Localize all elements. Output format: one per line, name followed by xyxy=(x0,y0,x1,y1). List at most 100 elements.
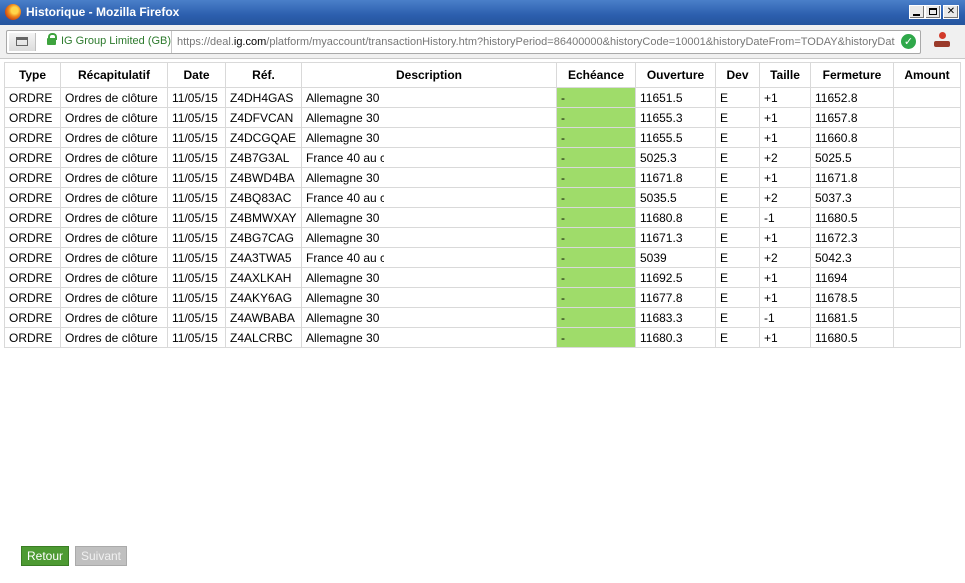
addon-icon[interactable] xyxy=(934,32,950,50)
cell-fermeture: 11678.5 xyxy=(810,287,894,308)
cell-ref: Z4AKY6AG xyxy=(225,287,302,308)
cell-type: ORDRE xyxy=(4,307,61,328)
cell-taille: -1 xyxy=(759,307,811,328)
cell-taille: +1 xyxy=(759,287,811,308)
page-icon[interactable] xyxy=(9,33,36,51)
table-row[interactable]: ORDRE Ordres de clôture 11/05/15 Z4DH4GAS Al… xyxy=(4,87,961,108)
cell-type: ORDRE xyxy=(4,87,61,108)
cell-date: 11/05/15 xyxy=(167,267,226,288)
col-ouverture[interactable]: Ouverture xyxy=(635,62,716,88)
table-row[interactable]: ORDRE Ordres de clôture 11/05/15 Z4DCGQAE Al… xyxy=(4,127,961,148)
cell-recapitulatif: Ordres de clôture xyxy=(60,147,168,168)
cell-ref: Z4A3TWA5 xyxy=(225,247,302,268)
minimize-button[interactable] xyxy=(909,5,925,19)
description-text: Allemagne 30 xyxy=(306,310,380,325)
cell-echeance: - xyxy=(556,307,636,328)
col-ref[interactable]: Réf. xyxy=(225,62,302,88)
table-row[interactable]: ORDRE Ordres de clôture 11/05/15 Z4AXLKAH Al… xyxy=(4,267,961,288)
cell-amount xyxy=(893,327,961,348)
cell-echeance: - xyxy=(556,187,636,208)
cell-recapitulatif: Ordres de clôture xyxy=(60,307,168,328)
cell-type: ORDRE xyxy=(4,187,61,208)
cell-description: Allemagne 30 xyxy=(301,167,557,188)
col-recapitulatif[interactable]: Récapitulatif xyxy=(60,62,168,88)
cell-ouverture: 11692.5 xyxy=(635,267,716,288)
description-text: France 40 au c xyxy=(306,250,384,265)
cell-ref: Z4DH4GAS xyxy=(225,87,302,108)
cell-echeance: - xyxy=(556,107,636,128)
table-header-row: Type Récapitulatif Date Réf. Description… xyxy=(4,62,961,88)
cell-taille: +2 xyxy=(759,187,811,208)
cell-type: ORDRE xyxy=(4,227,61,248)
cell-echeance: - xyxy=(556,87,636,108)
cell-echeance: - xyxy=(556,147,636,168)
verified-check-icon[interactable]: ✓ xyxy=(901,34,916,49)
table-row[interactable]: ORDRE Ordres de clôture 11/05/15 Z4ALCRBC Al… xyxy=(4,327,961,348)
site-identity[interactable]: IG Group Limited (GB) xyxy=(37,31,172,53)
cell-date: 11/05/15 xyxy=(167,187,226,208)
table-row[interactable]: ORDRE Ordres de clôture 11/05/15 Z4AKY6AG Al… xyxy=(4,287,961,308)
col-fermeture[interactable]: Fermeture xyxy=(810,62,894,88)
cell-dev: E xyxy=(715,227,760,248)
cell-amount xyxy=(893,287,961,308)
cell-recapitulatif: Ordres de clôture xyxy=(60,107,168,128)
cell-recapitulatif: Ordres de clôture xyxy=(60,267,168,288)
cell-amount xyxy=(893,107,961,128)
table-row[interactable]: ORDRE Ordres de clôture 11/05/15 Z4AWBABA Al… xyxy=(4,307,961,328)
cell-recapitulatif: Ordres de clôture xyxy=(60,227,168,248)
table-row[interactable]: ORDRE Ordres de clôture 11/05/15 Z4B7G3AL Fr… xyxy=(4,147,961,168)
cell-taille: +1 xyxy=(759,127,811,148)
table-row[interactable]: ORDRE Ordres de clôture 11/05/15 Z4BQ83AC Fr… xyxy=(4,187,961,208)
description-text: Allemagne 30 xyxy=(306,230,380,245)
col-dev[interactable]: Dev xyxy=(715,62,760,88)
cell-date: 11/05/15 xyxy=(167,167,226,188)
description-text: Allemagne 30 xyxy=(306,170,380,185)
cell-ref: Z4BMWXAY xyxy=(225,207,302,228)
cell-dev: E xyxy=(715,107,760,128)
cell-amount xyxy=(893,167,961,188)
table-row[interactable]: ORDRE Ordres de clôture 11/05/15 Z4DFVCAN Al… xyxy=(4,107,961,128)
table-row[interactable]: ORDRE Ordres de clôture 11/05/15 Z4BG7CAG Al… xyxy=(4,227,961,248)
url-input[interactable]: https://deal.ig.com/platform/myaccount/t… xyxy=(177,36,895,48)
table-row[interactable]: ORDRE Ordres de clôture 11/05/15 Z4A3TWA5 Fr… xyxy=(4,247,961,268)
site-identity-label: IG Group Limited (GB) xyxy=(61,35,172,47)
cell-recapitulatif: Ordres de clôture xyxy=(60,207,168,228)
cell-date: 11/05/15 xyxy=(167,227,226,248)
cell-type: ORDRE xyxy=(4,327,61,348)
cell-ouverture: 11671.8 xyxy=(635,167,716,188)
cell-amount xyxy=(893,307,961,328)
cell-description: Allemagne 30 xyxy=(301,307,557,328)
cell-dev: E xyxy=(715,187,760,208)
cell-date: 11/05/15 xyxy=(167,247,226,268)
maximize-button[interactable] xyxy=(925,5,941,19)
table-row[interactable]: ORDRE Ordres de clôture 11/05/15 Z4BMWXAY Al… xyxy=(4,207,961,228)
cell-echeance: - xyxy=(556,227,636,248)
cell-amount xyxy=(893,207,961,228)
close-button[interactable]: ✕ xyxy=(943,5,959,19)
retour-button[interactable]: Retour xyxy=(21,546,69,566)
cell-amount xyxy=(893,127,961,148)
col-type[interactable]: Type xyxy=(4,62,61,88)
col-echeance[interactable]: Echéance xyxy=(556,62,636,88)
description-text: France 40 au c xyxy=(306,190,384,205)
cell-taille: +1 xyxy=(759,107,811,128)
cell-recapitulatif: Ordres de clôture xyxy=(60,167,168,188)
cell-dev: E xyxy=(715,127,760,148)
url-bar[interactable]: IG Group Limited (GB) https://deal.ig.co… xyxy=(6,30,921,54)
transaction-history-table: Type Récapitulatif Date Réf. Description… xyxy=(4,62,961,348)
url-toolbar: IG Group Limited (GB) https://deal.ig.co… xyxy=(0,25,965,59)
col-amount[interactable]: Amount xyxy=(893,62,961,88)
cell-taille: +2 xyxy=(759,147,811,168)
cell-fermeture: 11681.5 xyxy=(810,307,894,328)
cell-dev: E xyxy=(715,247,760,268)
cell-type: ORDRE xyxy=(4,147,61,168)
col-taille[interactable]: Taille xyxy=(759,62,811,88)
col-date[interactable]: Date xyxy=(167,62,226,88)
url-prefix: https://deal. xyxy=(177,36,234,48)
cell-ouverture: 11655.5 xyxy=(635,127,716,148)
cell-fermeture: 5037.3 xyxy=(810,187,894,208)
cell-dev: E xyxy=(715,307,760,328)
table-row[interactable]: ORDRE Ordres de clôture 11/05/15 Z4BWD4BA Al… xyxy=(4,167,961,188)
col-description[interactable]: Description xyxy=(301,62,557,88)
suivant-button[interactable]: Suivant xyxy=(75,546,127,566)
